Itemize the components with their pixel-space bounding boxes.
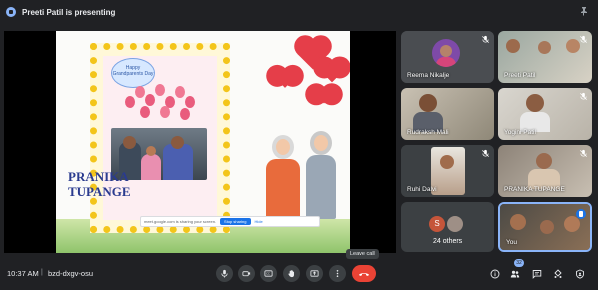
- activities-icon: [553, 268, 562, 278]
- others-tile[interactable]: S 24 others: [401, 202, 494, 252]
- host-controls-icon: [575, 269, 584, 279]
- raise-hand-button[interactable]: [283, 265, 300, 282]
- present-icon: [6, 7, 16, 17]
- captions-button[interactable]: CC: [260, 265, 277, 282]
- others-count-label: 24 others: [433, 238, 463, 245]
- mic-off-icon: [580, 92, 587, 100]
- participant-name: Preeti Patil: [504, 72, 536, 79]
- mic-off-icon: [580, 149, 587, 157]
- presenting-bar: Preeti Patil is presenting: [0, 0, 598, 24]
- name-line-1: PRANIKA: [68, 169, 129, 184]
- participant-tile[interactable]: PRANIKA TUPANGE: [498, 145, 592, 197]
- participant-name: You: [506, 239, 517, 246]
- info-icon: [490, 269, 499, 278]
- meeting-time: 10:37 AM: [7, 269, 39, 278]
- more-options-icon: [336, 269, 339, 278]
- meeting-controls-bar: 10:37 AM | bzd-dxgv-osu CC: [0, 258, 598, 290]
- camera-button[interactable]: [238, 265, 255, 282]
- participant-name: Reema Nikalje: [407, 72, 450, 79]
- svg-text:CC: CC: [266, 272, 270, 276]
- meeting-code: bzd-dxgv-osu: [48, 269, 94, 278]
- raise-hand-icon: [288, 270, 295, 278]
- photo-frame: Happy Grandparents Day: [90, 43, 230, 233]
- microphone-button[interactable]: [216, 265, 233, 282]
- stop-sharing-button[interactable]: Stop sharing: [220, 218, 251, 225]
- meeting-details-button[interactable]: [488, 267, 501, 280]
- grandmother-illustration: [266, 135, 300, 227]
- child-name-text: PRANIKA TUPANGE: [68, 169, 168, 199]
- self-view-tile[interactable]: You: [498, 202, 592, 252]
- presentation-stage: Happy Grandparents Day PRANIKA TUPANGE m…: [4, 31, 396, 253]
- presenting-text: Preeti Patil is presenting: [22, 7, 116, 17]
- people-icon: [510, 270, 519, 277]
- participant-tile[interactable]: Reema Nikalje: [401, 31, 494, 83]
- participant-tile[interactable]: Yogini Patil: [498, 88, 592, 140]
- captions-icon: CC: [264, 270, 273, 277]
- host-controls-button[interactable]: [573, 267, 586, 280]
- participant-tile[interactable]: Rudraksh Mali: [401, 88, 494, 140]
- heart-decoration: [315, 86, 333, 104]
- heart-decoration: [275, 68, 295, 88]
- share-notice-text: meet.google.com is sharing your screen.: [144, 219, 217, 224]
- people-button[interactable]: [508, 267, 521, 280]
- name-line-2: TUPANGE: [68, 184, 131, 199]
- chat-button[interactable]: [530, 267, 543, 280]
- participant-tile[interactable]: Ruhi Dalvi: [401, 145, 494, 197]
- separator: |: [41, 269, 43, 276]
- leave-call-button[interactable]: [352, 265, 376, 282]
- camera-icon: [242, 271, 251, 277]
- participant-tile[interactable]: Preeti Patil: [498, 31, 592, 83]
- activities-button[interactable]: [551, 267, 564, 280]
- present-now-button[interactable]: [306, 265, 323, 282]
- shared-slide: Happy Grandparents Day PRANIKA TUPANGE m…: [56, 31, 350, 253]
- participant-name: Ruhi Dalvi: [407, 186, 437, 193]
- mic-off-icon: [580, 35, 587, 43]
- grandfather-illustration: [304, 131, 338, 227]
- pin-icon[interactable]: [578, 6, 590, 18]
- avatar: [432, 39, 460, 67]
- more-options-button[interactable]: [329, 265, 346, 282]
- hide-button[interactable]: Hide: [255, 219, 263, 224]
- call-end-icon: [359, 272, 369, 276]
- participant-name: Rudraksh Mali: [407, 129, 449, 136]
- mic-icon: [221, 269, 228, 278]
- chat-icon: [532, 269, 541, 279]
- screen-share-notice: meet.google.com is sharing your screen. …: [140, 216, 320, 227]
- people-count-badge: 32: [514, 259, 524, 267]
- speaking-indicator-icon: [576, 209, 586, 219]
- participant-name: PRANIKA TUPANGE: [504, 186, 565, 193]
- heart-decoration: [320, 59, 344, 83]
- avatar: S: [429, 216, 445, 232]
- mic-off-icon: [482, 149, 489, 157]
- present-screen-icon: [310, 270, 319, 277]
- mic-off-icon: [482, 35, 489, 43]
- avatar: [447, 216, 463, 232]
- participant-name: Yogini Patil: [504, 129, 536, 136]
- balloons-decoration: [125, 82, 205, 132]
